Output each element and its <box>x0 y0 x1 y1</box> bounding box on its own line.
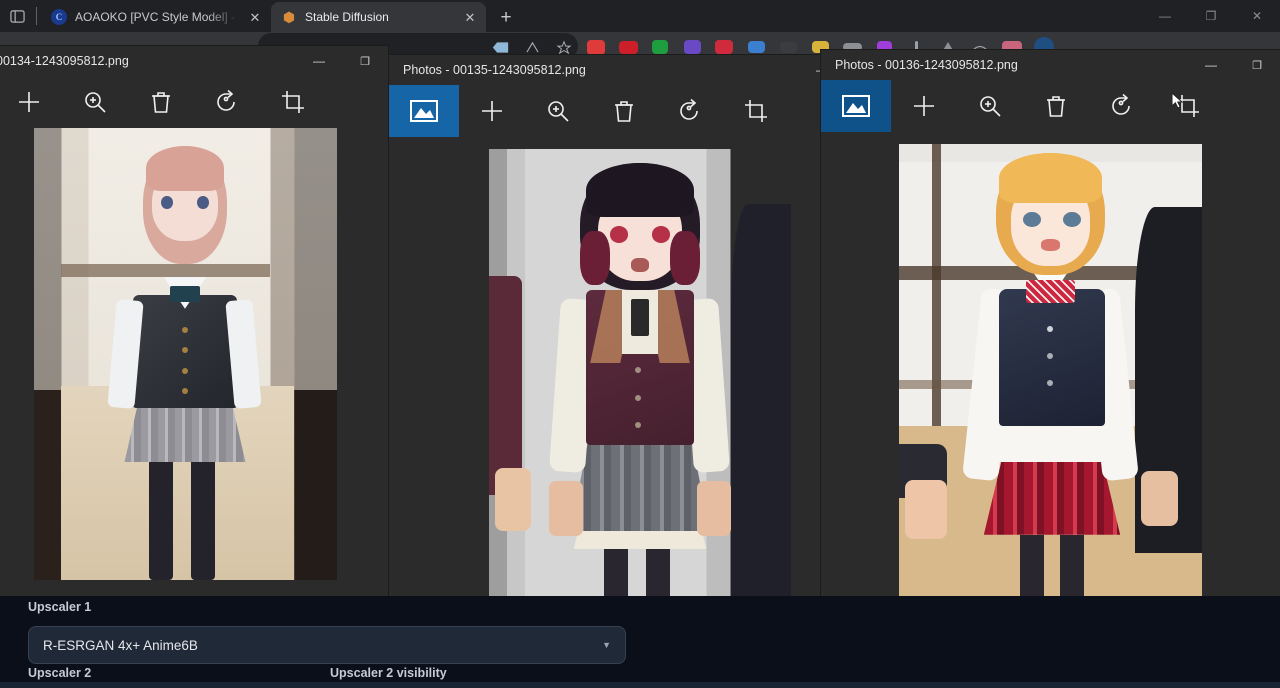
new-tab-button[interactable]: + <box>492 4 520 32</box>
tab-list-icon[interactable] <box>0 0 34 32</box>
browser-tab-1[interactable]: C AOAOKO [PVC Style Model] - PV ✕ <box>41 2 271 32</box>
browser-tab-1-title: AOAOKO [PVC Style Model] - PV <box>75 10 239 24</box>
photos-window-1-title: 00134-1243095812.png <box>0 54 296 68</box>
browser-tab-2[interactable]: ⬢ Stable Diffusion ✕ <box>271 2 486 32</box>
photos-window-2[interactable]: Photos - 00135-1243095812.png — ❐ <box>389 55 891 616</box>
photos-window-1-titlebar[interactable]: 00134-1243095812.png — ❐ <box>0 46 388 76</box>
tabstrip-divider <box>36 7 37 25</box>
photos-window-1-canvas <box>0 128 388 580</box>
photos-window-3-minimize[interactable]: — <box>1188 50 1234 80</box>
windows-taskbar <box>0 682 1280 688</box>
rotate-icon[interactable] <box>194 76 260 128</box>
browser-tab-2-close-icon[interactable]: ✕ <box>462 9 478 25</box>
photos-window-1-controls: — ❐ <box>296 46 388 76</box>
generated-image-00136 <box>899 144 1202 599</box>
rotate-icon[interactable] <box>1089 80 1155 132</box>
delete-icon[interactable] <box>591 85 657 137</box>
upscaler2-label: Upscaler 2 <box>28 666 91 680</box>
generated-image-00135 <box>489 149 791 604</box>
crop-icon[interactable] <box>260 76 326 128</box>
mouse-cursor-icon <box>1171 92 1185 110</box>
browser-restore-button[interactable]: ❐ <box>1188 0 1234 32</box>
generated-image-00134 <box>34 128 337 580</box>
photos-window-2-title: Photos - 00135-1243095812.png <box>403 63 799 77</box>
browser-window-controls: — ❐ ✕ <box>1142 0 1280 32</box>
add-icon[interactable] <box>891 80 957 132</box>
zoom-in-icon[interactable] <box>525 85 591 137</box>
chevron-down-icon[interactable]: ▼ <box>602 640 611 650</box>
add-icon[interactable] <box>459 85 525 137</box>
photos-window-3-controls: — ❐ <box>1188 50 1280 80</box>
browser-tab-1-close-icon[interactable]: ✕ <box>247 9 263 25</box>
photos-window-3[interactable]: Photos - 00136-1243095812.png — ❐ <box>821 50 1280 610</box>
delete-icon[interactable] <box>1023 80 1089 132</box>
zoom-in-icon[interactable] <box>957 80 1023 132</box>
browser-tab-2-title: Stable Diffusion <box>305 10 454 24</box>
crop-icon[interactable] <box>1155 80 1221 132</box>
upscaler1-value: R-ESRGAN 4x+ Anime6B <box>43 638 198 653</box>
photos-window-1-toolbar <box>0 76 388 128</box>
rotate-icon[interactable] <box>657 85 723 137</box>
photos-window-3-maximize[interactable]: ❐ <box>1234 50 1280 80</box>
browser-tabstrip: C AOAOKO [PVC Style Model] - PV ✕ ⬢ Stab… <box>0 0 1280 32</box>
browser-close-button[interactable]: ✕ <box>1234 0 1280 32</box>
photos-window-3-canvas <box>821 132 1280 610</box>
photos-window-1-maximize[interactable]: ❐ <box>342 46 388 76</box>
photos-window-1-minimize[interactable]: — <box>296 46 342 76</box>
zoom-in-icon[interactable] <box>62 76 128 128</box>
photos-window-1[interactable]: 00134-1243095812.png — ❐ <box>0 46 388 606</box>
add-icon[interactable] <box>0 76 62 128</box>
photos-window-2-canvas <box>389 137 891 616</box>
photos-window-2-toolbar <box>389 85 891 137</box>
stable-diffusion-extras-panel: Upscaler 1 R-ESRGAN 4x+ Anime6B ▼ Upscal… <box>0 596 1280 688</box>
photos-window-2-titlebar[interactable]: Photos - 00135-1243095812.png — ❐ <box>389 55 891 85</box>
photos-home-icon[interactable] <box>821 80 891 132</box>
delete-icon[interactable] <box>128 76 194 128</box>
upscaler1-select[interactable]: R-ESRGAN 4x+ Anime6B ▼ <box>28 626 626 664</box>
browser-minimize-button[interactable]: — <box>1142 0 1188 32</box>
photos-home-icon[interactable] <box>389 85 459 137</box>
upscaler1-label: Upscaler 1 <box>28 600 91 614</box>
stable-diffusion-icon: ⬢ <box>281 9 297 25</box>
upscaler2-visibility-label: Upscaler 2 visibility <box>330 666 447 680</box>
crop-icon[interactable] <box>723 85 789 137</box>
civitai-icon: C <box>51 9 67 25</box>
photos-window-3-title: Photos - 00136-1243095812.png <box>835 58 1188 72</box>
photos-window-3-toolbar <box>821 80 1280 132</box>
photos-window-3-titlebar[interactable]: Photos - 00136-1243095812.png — ❐ <box>821 50 1280 80</box>
